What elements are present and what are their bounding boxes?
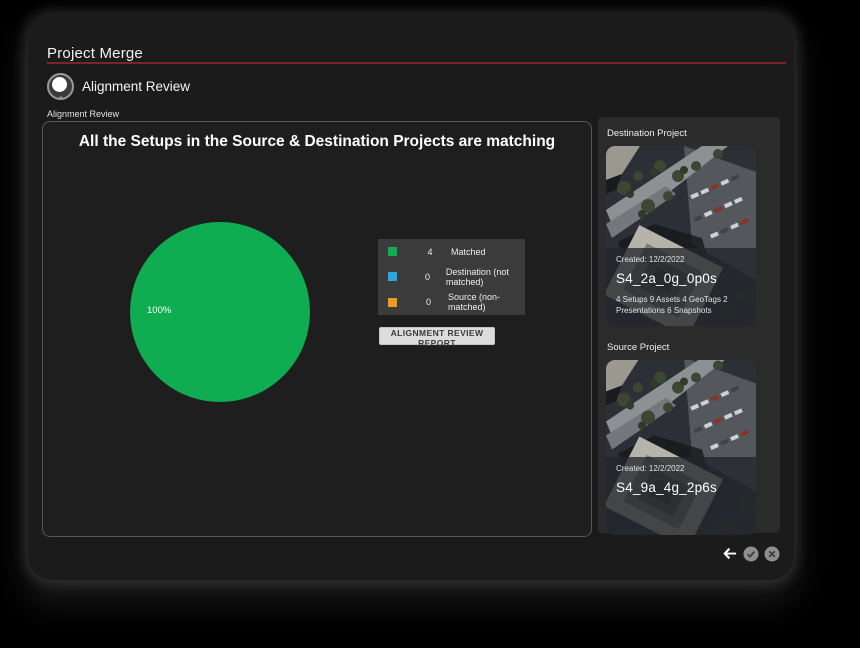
source-project-label: Source Project (607, 342, 772, 353)
panel-label: Alignment Review (47, 109, 119, 119)
destination-project-card: Created: 12/2/2022 S4_2a_0g_0p0s 4 Setup… (606, 146, 756, 326)
project-name: S4_2a_0g_0p0s (616, 271, 746, 286)
legend-row-matched: 4 Matched (378, 239, 525, 264)
section-title: Alignment Review (82, 79, 190, 94)
legend-swatch-orange-icon (388, 298, 397, 307)
destination-card-overlay: Created: 12/2/2022 S4_2a_0g_0p0s 4 Setup… (606, 248, 756, 326)
close-circle-icon (764, 546, 780, 562)
back-button[interactable] (721, 545, 738, 562)
alignment-review-panel: All the Setups in the Source & Destinati… (42, 121, 592, 537)
panel-heading: All the Setups in the Source & Destinati… (43, 133, 591, 151)
project-merge-window: Project Merge Alignment Review Alignment… (28, 14, 794, 580)
created-date: Created: 12/2/2022 (616, 255, 746, 264)
pie-percentage-label: 100% (147, 305, 171, 316)
project-name: S4_9a_4g_2p6s (616, 480, 746, 495)
legend-label: Destination (not matched) (446, 267, 525, 287)
check-circle-icon (743, 546, 759, 562)
legend-row-destination: 0 Destination (not matched) (378, 264, 525, 289)
screen-background: Project Merge Alignment Review Alignment… (0, 0, 860, 648)
legend-value: 0 (419, 297, 438, 307)
footer-actions (28, 545, 780, 562)
title-separator (47, 62, 786, 64)
legend-label: Matched (451, 247, 486, 257)
legend-value: 4 (419, 247, 441, 257)
projects-sidebar: Destination Project Created: 12/2/2022 S… (598, 117, 780, 533)
section-header: Alignment Review (47, 73, 190, 100)
project-stats: 4 Setups 9 Assets 4 GeoTags 2 Presentati… (616, 294, 746, 316)
legend-row-source: 0 Source (non-matched) (378, 290, 525, 315)
alignment-review-report-button[interactable]: ALIGNMENT REVIEW REPORT (379, 327, 495, 345)
confirm-button[interactable] (742, 545, 759, 562)
legend-swatch-green-icon (388, 247, 397, 256)
created-date: Created: 12/2/2022 (616, 464, 746, 473)
page-title: Project Merge (47, 45, 143, 62)
chart-legend: 4 Matched 0 Destination (not matched) 0 … (378, 239, 525, 315)
legend-swatch-blue-icon (388, 272, 397, 281)
source-card-overlay: Created: 12/2/2022 S4_9a_4g_2p6s (606, 457, 756, 535)
source-project-card: Created: 12/2/2022 S4_9a_4g_2p6s (606, 360, 756, 535)
close-button[interactable] (763, 545, 780, 562)
alignment-review-icon (47, 73, 74, 100)
arrow-left-icon (722, 546, 737, 561)
legend-value: 0 (419, 272, 436, 282)
legend-label: Source (non-matched) (448, 292, 525, 312)
destination-project-label: Destination Project (607, 128, 772, 139)
